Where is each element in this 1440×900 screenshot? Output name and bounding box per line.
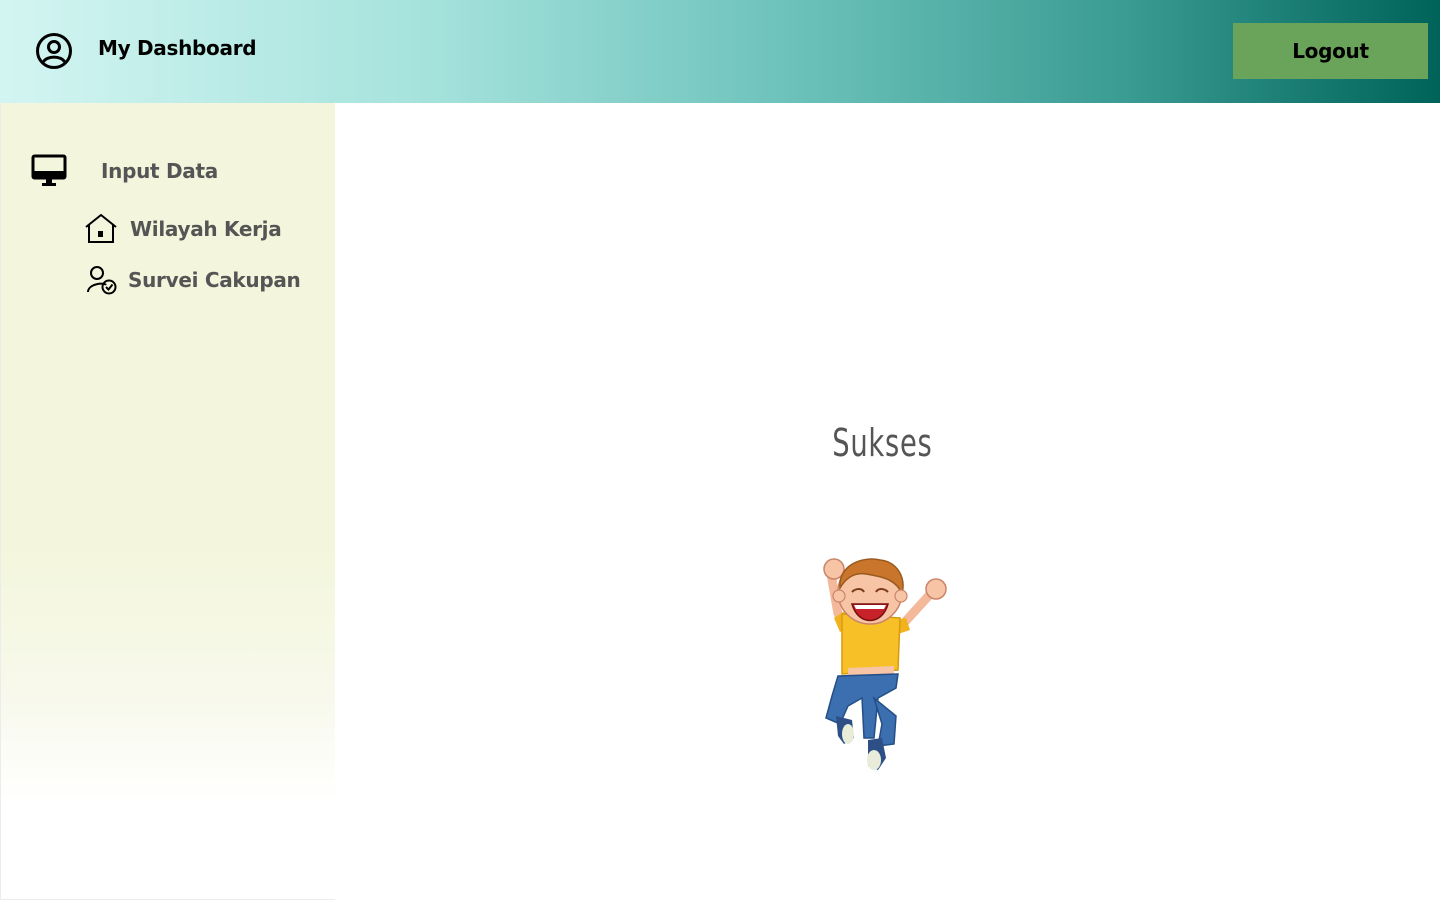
sidebar-item-survei-cakupan[interactable]: Survei Cakupan <box>86 265 301 295</box>
main-content: Sukses <box>335 103 1440 900</box>
app-title: My Dashboard <box>98 36 257 60</box>
success-message: Sukses <box>832 421 933 465</box>
logout-button[interactable]: Logout <box>1233 23 1428 79</box>
sidebar-item-label: Wilayah Kerja <box>130 217 282 241</box>
sidebar-item-label: Input Data <box>101 159 218 183</box>
sidebar: Input Data Wilayah Kerja Survei Cakupan <box>0 103 336 900</box>
sidebar-item-input-data[interactable]: Input Data <box>31 154 218 188</box>
monitor-icon <box>31 154 67 186</box>
house-icon <box>85 213 117 243</box>
sidebar-item-label: Survei Cakupan <box>128 268 301 292</box>
top-header: My Dashboard Logout <box>0 0 1440 103</box>
user-check-icon <box>87 266 117 295</box>
jumping-kid-illustration <box>823 558 947 770</box>
sidebar-item-wilayah-kerja[interactable]: Wilayah Kerja <box>84 213 282 245</box>
user-circle-icon[interactable] <box>34 31 74 71</box>
